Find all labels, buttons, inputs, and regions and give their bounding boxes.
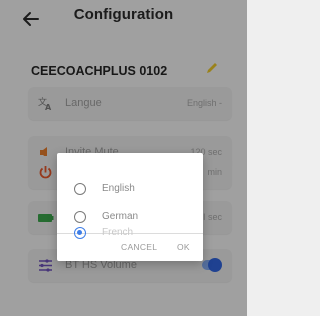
radio-button[interactable]: [74, 211, 86, 223]
radio-button[interactable]: [74, 183, 86, 195]
cancel-button[interactable]: CANCEL: [121, 242, 157, 252]
configuration-screen: Configuration CEECOACHPLUS 0102 文 A Lang…: [0, 0, 247, 316]
option-french[interactable]: French: [74, 225, 194, 241]
language-dialog: English German CANCEL OK: [57, 153, 203, 261]
ok-button[interactable]: OK: [177, 242, 190, 252]
option-english[interactable]: English: [74, 181, 194, 197]
option-label: German: [102, 211, 139, 222]
option-label: French: [102, 227, 134, 238]
option-german[interactable]: German: [74, 209, 194, 225]
radio-button-selected[interactable]: [74, 227, 86, 239]
option-label: English: [102, 183, 135, 194]
